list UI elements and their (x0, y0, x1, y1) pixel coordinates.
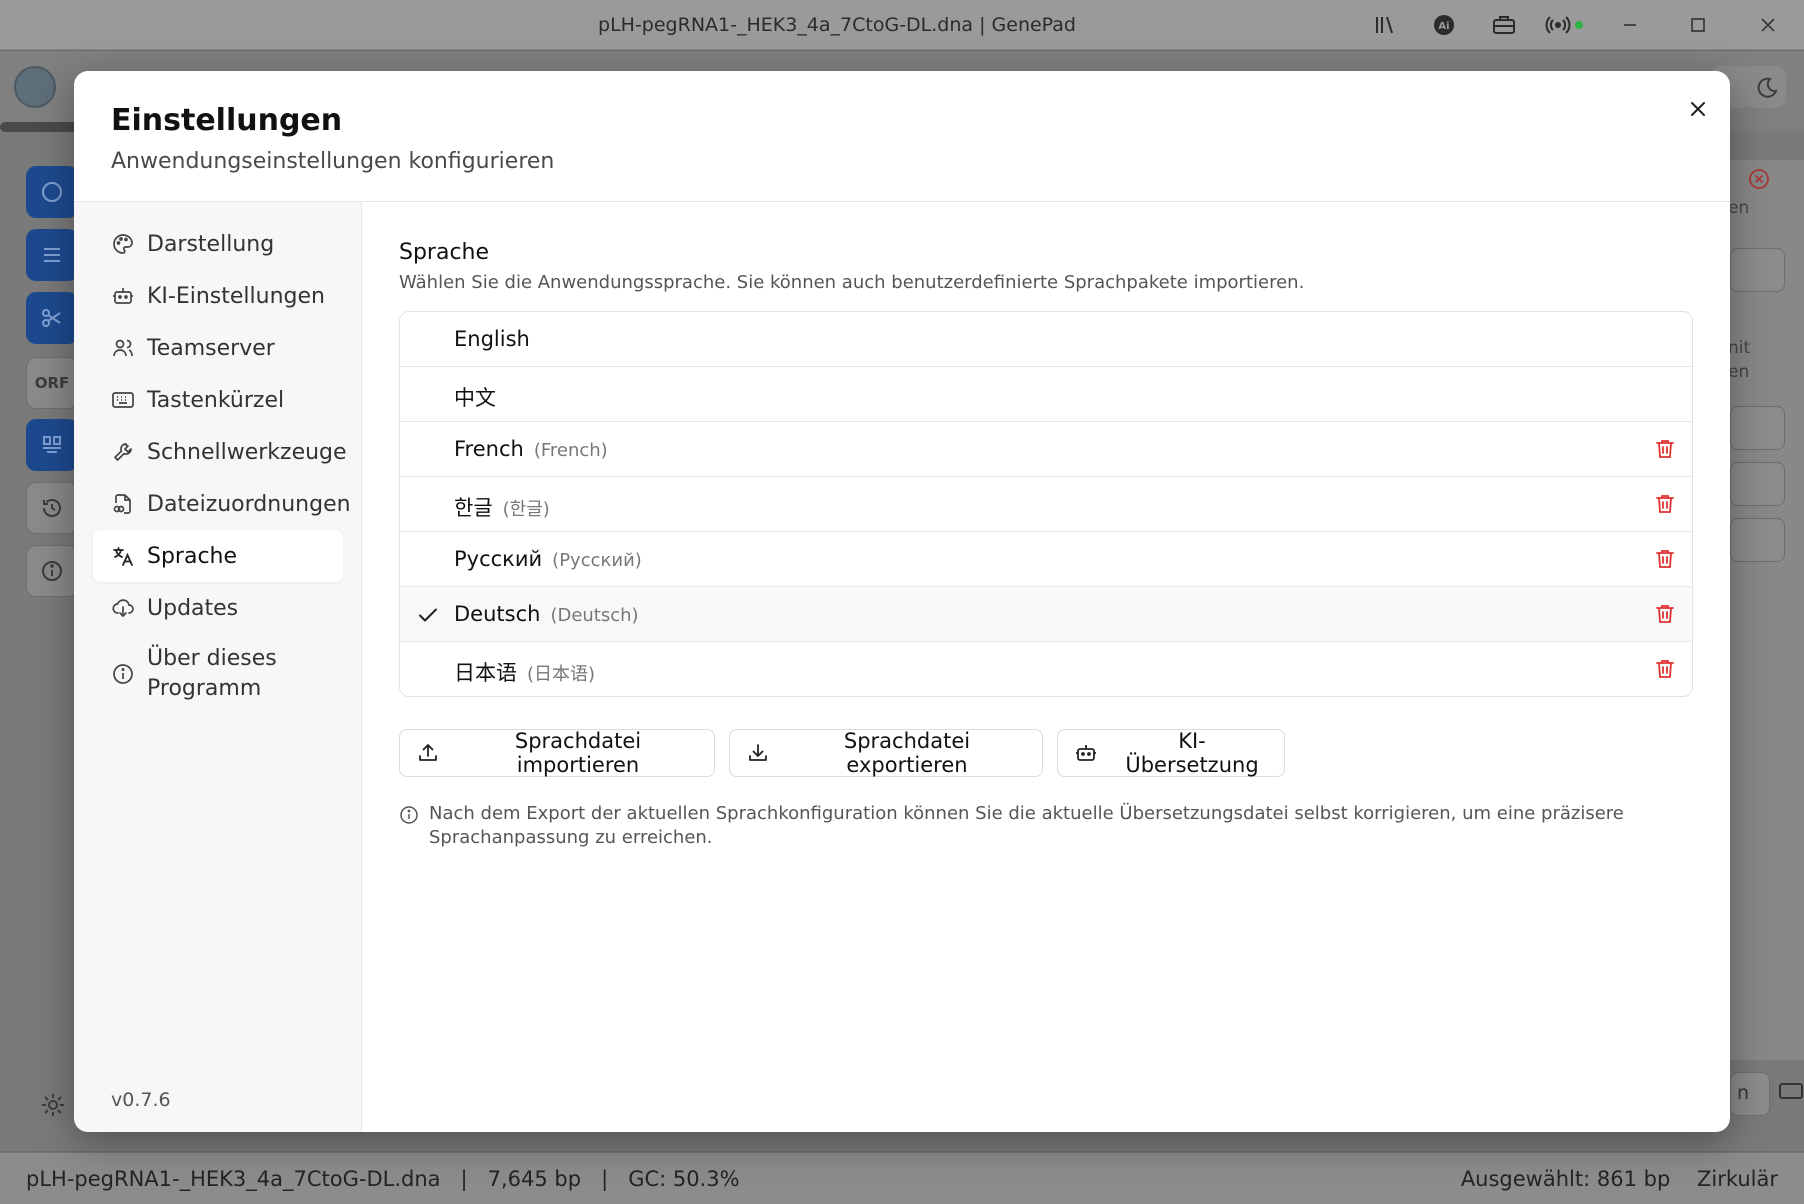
ai-chat-icon[interactable]: Ai (1431, 12, 1457, 38)
upload-icon (419, 744, 437, 761)
info-icon[interactable] (26, 545, 78, 597)
briefcase-icon[interactable] (1491, 12, 1517, 38)
keyboard-icon (111, 388, 135, 412)
circular-view-tool[interactable] (26, 166, 78, 218)
language-option-korean[interactable]: 한글 (한글) (400, 477, 1692, 532)
nav-item-schnellwerkzeuge[interactable]: Schnellwerkzeuge (93, 426, 347, 478)
close-dialog-button[interactable] (1680, 91, 1716, 127)
info-icon (399, 805, 419, 825)
delete-language-button[interactable] (1650, 600, 1680, 630)
ai-translation-button[interactable]: KI-Übersetzung (1057, 729, 1285, 777)
section-title: Sprache (399, 240, 490, 265)
language-option-japanese[interactable]: 日本语 (日本语) (400, 642, 1692, 696)
trash-icon (1656, 439, 1674, 458)
trash-icon (1656, 659, 1674, 678)
trash-icon (1656, 604, 1674, 623)
app-panel-button[interactable]: n (1730, 1072, 1770, 1116)
settings-nav: Darstellung KI-Einstellungen Teamserver … (74, 202, 362, 1132)
app-panel-select[interactable] (1730, 248, 1785, 292)
delete-language-button[interactable] (1650, 545, 1680, 575)
minimize-button[interactable] (1610, 10, 1650, 40)
app-logo-icon (14, 66, 56, 108)
sequence-view-tool[interactable] (26, 229, 78, 281)
language-option-english[interactable]: English (400, 312, 1692, 367)
app-version: v0.7.6 (111, 1089, 171, 1111)
close-icon (1691, 102, 1705, 116)
delete-language-button[interactable] (1650, 490, 1680, 520)
window-title: pLH-pegRNA1-_HEK3_4a_7CtoG-DL.dna | Gene… (598, 14, 1076, 36)
broadcast-status-icon[interactable] (1545, 12, 1591, 38)
check-icon (416, 603, 440, 627)
settings-dialog: Einstellungen Anwendungseinstellungen ko… (74, 71, 1730, 1132)
users-icon (111, 336, 135, 360)
translate-icon (111, 544, 135, 568)
history-icon[interactable] (26, 482, 78, 534)
file-link-icon (111, 492, 135, 516)
window-titlebar: pLH-pegRNA1-_HEK3_4a_7CtoG-DL.dna | Gene… (0, 0, 1804, 50)
nav-item-sprache[interactable]: Sprache (93, 530, 343, 582)
wrench-icon (111, 440, 135, 464)
app-panel-field[interactable] (1730, 518, 1785, 562)
dark-mode-icon[interactable] (1744, 66, 1786, 108)
scissors-icon[interactable] (26, 292, 78, 344)
nav-item-tastenkuerzel[interactable]: Tastenkürzel (93, 374, 343, 426)
svg-text:Ai: Ai (1438, 21, 1449, 32)
app-panel-field[interactable] (1730, 462, 1785, 506)
language-option-russian[interactable]: Русский (Русский) (400, 532, 1692, 587)
close-circle-icon[interactable] (1748, 168, 1770, 190)
status-file-info: pLH-pegRNA1-_HEK3_4a_7CtoG-DL.dna | 7,64… (26, 1167, 740, 1191)
app-panel-field[interactable] (1730, 406, 1785, 450)
app-right-panel (1718, 160, 1804, 1060)
section-description: Wählen Sie die Anwendungssprache. Sie kö… (399, 272, 1305, 293)
robot-icon (1076, 745, 1096, 761)
maximize-button[interactable] (1678, 10, 1718, 40)
palette-icon (111, 232, 135, 256)
orf-tool[interactable]: ORF (26, 357, 78, 409)
nav-item-teamserver[interactable]: Teamserver (93, 322, 343, 374)
download-icon (749, 744, 767, 761)
keyboard-icon[interactable] (1778, 1078, 1804, 1104)
app-panel-text: en (1728, 362, 1750, 382)
trash-icon (1656, 549, 1674, 568)
delete-language-button[interactable] (1650, 655, 1680, 685)
nav-item-ki-einstellungen[interactable]: KI-Einstellungen (93, 270, 343, 322)
delete-language-button[interactable] (1650, 435, 1680, 465)
language-settings-panel: Sprache Wählen Sie die Anwendungssprache… (362, 202, 1730, 1132)
language-option-chinese[interactable]: 中文 (400, 367, 1692, 422)
dialog-title: Einstellungen (111, 103, 343, 138)
app-panel-text: en (1728, 198, 1750, 218)
dialog-subtitle: Anwendungseinstellungen konfigurieren (111, 149, 555, 174)
nav-item-dateizuordnungen[interactable]: Dateizuordnungen (93, 478, 351, 530)
library-icon[interactable] (1372, 12, 1398, 38)
nav-item-darstellung[interactable]: Darstellung (93, 218, 343, 270)
cloud-download-icon (111, 596, 135, 620)
status-bar: pLH-pegRNA1-_HEK3_4a_7CtoG-DL.dna | 7,64… (0, 1152, 1804, 1204)
gear-icon[interactable] (38, 1090, 68, 1120)
export-hint: Nach dem Export der aktuellen Sprachkonf… (399, 802, 1639, 850)
import-language-file-button[interactable]: Sprachdatei importieren (399, 729, 715, 777)
nav-item-ueber-dieses-programm[interactable]: Über dieses Programm (93, 634, 343, 714)
language-list: English 中文 French (French) 한글 (한글) Русский… (399, 311, 1693, 697)
export-language-file-button[interactable]: Sprachdatei exportieren (729, 729, 1043, 777)
align-tool[interactable] (26, 419, 78, 471)
trash-icon (1656, 494, 1674, 513)
nav-item-updates[interactable]: Updates (93, 582, 343, 634)
language-option-french[interactable]: French (French) (400, 422, 1692, 477)
app-panel-text: nit (1728, 338, 1751, 358)
close-window-button[interactable] (1748, 10, 1788, 40)
status-selection-info: Ausgewählt: 861 bp Zirkulär (1460, 1167, 1778, 1191)
robot-icon (111, 284, 135, 308)
info-icon (111, 662, 135, 686)
language-option-german[interactable]: Deutsch (Deutsch) (400, 587, 1692, 642)
